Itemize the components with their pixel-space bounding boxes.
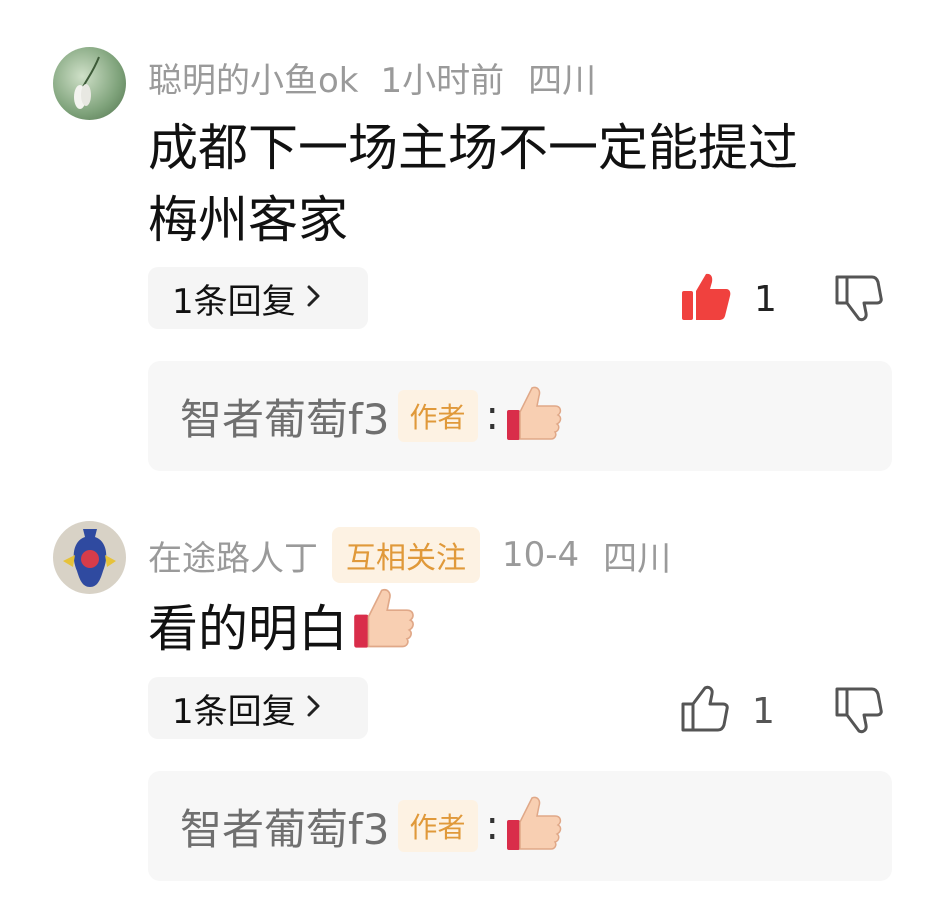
user-avatar[interactable] — [53, 47, 126, 120]
comment-meta: 聪明的小鱼ok 1小时前 四川 — [148, 53, 596, 102]
comment-meta: 在途路人丁 互相关注 10-4 四川 — [148, 527, 671, 583]
like-count: 1 — [754, 278, 777, 320]
comment-text: 看的明白 — [148, 586, 418, 671]
timestamp: 1小时前 — [380, 61, 505, 101]
reply-colon: : — [485, 803, 500, 849]
reply-preview[interactable]: 智者葡萄f3 作者 : — [148, 771, 892, 881]
mutual-follow-badge: 互相关注 — [332, 527, 480, 583]
user-avatar[interactable] — [53, 521, 126, 594]
chevron-right-icon — [306, 281, 322, 316]
replies-label: 1条回复 — [172, 281, 296, 322]
thumbs-up-emoji — [352, 586, 418, 671]
replies-button[interactable]: 1条回复 — [148, 677, 368, 739]
thumbs-up-outline-icon[interactable] — [680, 684, 730, 738]
dislike-button[interactable] — [834, 273, 884, 327]
author-badge: 作者 — [397, 390, 478, 442]
reply-preview[interactable]: 智者葡萄f3 作者 : — [148, 361, 892, 471]
reply-author-name[interactable]: 智者葡萄f3 — [180, 386, 390, 447]
replies-label: 1条回复 — [172, 691, 296, 732]
username[interactable]: 在途路人丁 — [148, 531, 318, 580]
replies-button[interactable]: 1条回复 — [148, 267, 368, 329]
vase-image — [63, 529, 116, 587]
comment-text-line-1: 看的明白 — [148, 599, 348, 658]
comment-text: 成都下一场主场不一定能提过 梅州客家 — [148, 112, 798, 256]
dislike-button[interactable] — [834, 685, 884, 739]
location: 四川 — [603, 538, 672, 579]
reply-colon: : — [485, 393, 500, 439]
author-badge: 作者 — [397, 800, 478, 852]
thumbs-down-outline-icon[interactable] — [834, 685, 884, 735]
like-button[interactable]: 1 — [680, 272, 777, 326]
snowdrop-flower-image — [74, 56, 100, 109]
comment-text-line-2: 梅州客家 — [148, 191, 348, 249]
chevron-right-icon — [306, 691, 322, 726]
thumbs-up-filled-icon[interactable] — [680, 272, 732, 326]
comment-text-line-1: 成都下一场主场不一定能提过 — [148, 119, 798, 177]
thumbs-up-emoji — [505, 384, 565, 448]
like-button[interactable]: 1 — [680, 684, 775, 738]
timestamp: 10-4 — [502, 535, 580, 575]
username[interactable]: 聪明的小鱼ok — [148, 53, 359, 102]
reply-author-name[interactable]: 智者葡萄f3 — [180, 796, 390, 857]
like-count: 1 — [752, 690, 775, 732]
thumbs-up-emoji — [505, 794, 565, 858]
location: 四川 — [528, 61, 597, 101]
thumbs-down-outline-icon[interactable] — [834, 273, 884, 323]
